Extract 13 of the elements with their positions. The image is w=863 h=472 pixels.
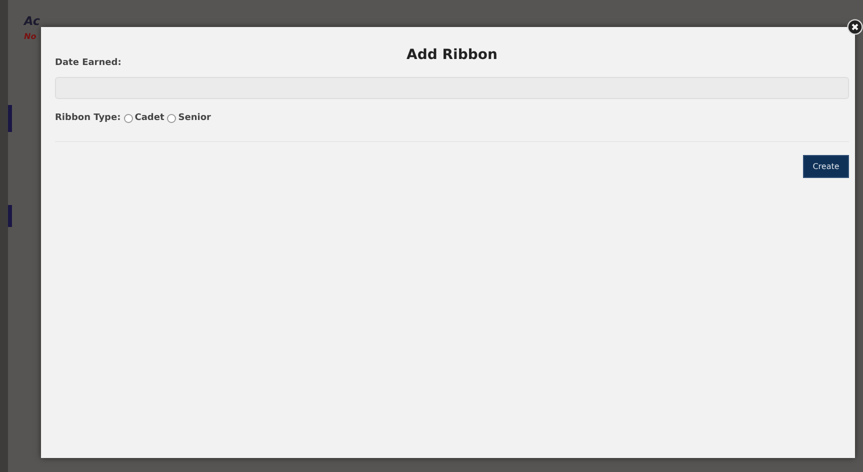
close-icon[interactable] bbox=[847, 19, 863, 35]
radio-icon[interactable] bbox=[167, 114, 176, 122]
create-button[interactable]: Create bbox=[803, 155, 849, 178]
dialog-title: Add Ribbon bbox=[406, 47, 498, 63]
tab-edge bbox=[8, 105, 12, 132]
field-label: Ribbon Type: bbox=[55, 113, 121, 123]
field-label: Date Earned: bbox=[55, 58, 122, 69]
tab-edge bbox=[8, 205, 12, 227]
radio-option[interactable]: Cadet bbox=[124, 113, 164, 123]
notice-text: No bbox=[24, 32, 36, 41]
section-heading: Ac bbox=[24, 14, 40, 28]
radio-option[interactable]: Senior bbox=[167, 113, 211, 123]
radio-icon[interactable] bbox=[124, 114, 133, 122]
